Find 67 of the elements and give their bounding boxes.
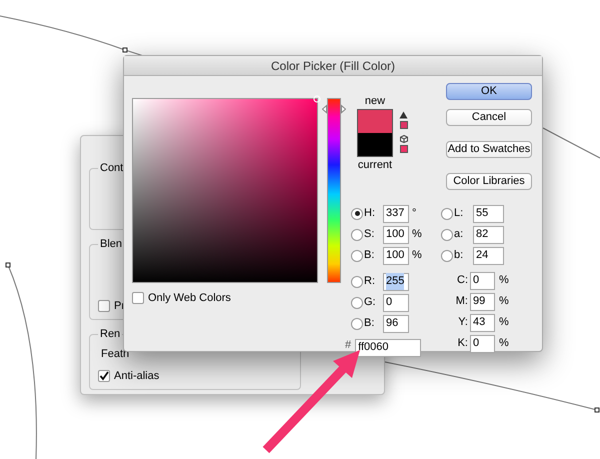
radio-button[interactable]	[441, 250, 453, 262]
new-color-swatch	[357, 109, 393, 133]
selection-ring-icon[interactable]	[313, 95, 321, 103]
field-label: a:	[454, 227, 464, 242]
field-label: L:	[454, 206, 464, 222]
checkbox[interactable]	[98, 370, 110, 382]
input-field[interactable]: 24	[473, 246, 504, 264]
input-field[interactable]: 96	[383, 314, 409, 332]
unit-label: %	[499, 315, 509, 330]
input-field[interactable]: 55	[473, 204, 504, 222]
unit-label: %	[412, 227, 422, 242]
input-field[interactable]: 255	[383, 272, 409, 290]
radio-button[interactable]	[351, 318, 363, 330]
radio-button[interactable]	[441, 208, 453, 220]
dialog-button[interactable]: Cancel	[446, 109, 532, 126]
field-label: B:	[364, 248, 376, 264]
radio-button[interactable]	[441, 228, 453, 240]
checkbox[interactable]	[132, 292, 144, 304]
checkbox-label: Anti-alias	[114, 368, 160, 384]
unit-label: %	[412, 248, 422, 264]
input-field[interactable]: 82	[473, 226, 504, 244]
input-field[interactable]: 337	[383, 204, 409, 222]
unit-label: %	[499, 336, 509, 352]
current-label: current	[358, 159, 392, 171]
hex-label: #	[345, 338, 352, 354]
input-field[interactable]: 99	[470, 292, 495, 310]
field-label: R:	[364, 274, 376, 290]
dialog-button[interactable]: Color Libraries	[446, 173, 532, 190]
unit-label: °	[412, 206, 416, 222]
input-field[interactable]: 0	[470, 334, 495, 352]
input-field[interactable]: 0	[470, 272, 495, 290]
input-field[interactable]: 43	[470, 314, 495, 332]
unit-label: %	[499, 294, 509, 310]
unit-label: %	[499, 273, 509, 288]
field-label: K:	[456, 336, 469, 352]
input-field[interactable]: 0	[383, 294, 409, 312]
field-label: G:	[364, 295, 377, 310]
field-label: Y:	[457, 315, 469, 330]
field-label: C:	[456, 273, 469, 288]
field-label: M:	[454, 294, 469, 310]
current-color-swatch	[357, 133, 393, 157]
ok-button[interactable]: OK	[446, 83, 532, 100]
warning-icon[interactable]	[399, 111, 408, 119]
checkbox[interactable]	[98, 300, 110, 312]
slider-thumb[interactable]	[322, 104, 346, 114]
new-label: new	[364, 95, 386, 107]
input-field[interactable]: ff0060	[355, 338, 422, 356]
window-title: Color Picker (Fill Color)	[270, 58, 395, 74]
radio-button[interactable]	[351, 250, 363, 262]
color-field[interactable]	[132, 98, 318, 283]
field-label: S:	[364, 227, 376, 242]
field-label: H:	[364, 206, 376, 222]
radio-button[interactable]	[351, 296, 363, 308]
checkbox-label: Only Web Colors	[148, 291, 231, 306]
radio-button[interactable]	[351, 208, 363, 220]
radio-button[interactable]	[351, 228, 363, 240]
dialog-button[interactable]: Add to Swatches	[446, 141, 532, 158]
field-label: b:	[454, 248, 464, 264]
web-safe-swatch[interactable]	[400, 145, 408, 153]
input-field[interactable]: 100	[383, 246, 409, 264]
cube-icon[interactable]	[400, 135, 408, 143]
input-field[interactable]: 100	[383, 226, 409, 244]
radio-button[interactable]	[351, 276, 363, 288]
field-label: B:	[364, 316, 376, 332]
gamut-swatch[interactable]	[400, 121, 408, 129]
hue-slider[interactable]	[322, 98, 346, 283]
field-label: Feath	[101, 347, 130, 362]
